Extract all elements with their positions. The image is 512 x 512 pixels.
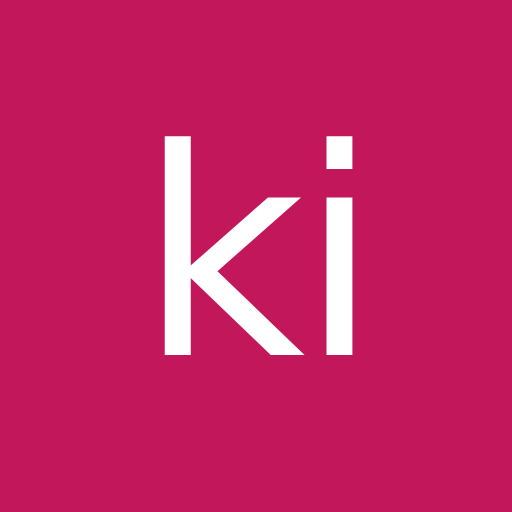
avatar: ki	[0, 0, 512, 512]
avatar-initials: ki	[138, 88, 380, 423]
